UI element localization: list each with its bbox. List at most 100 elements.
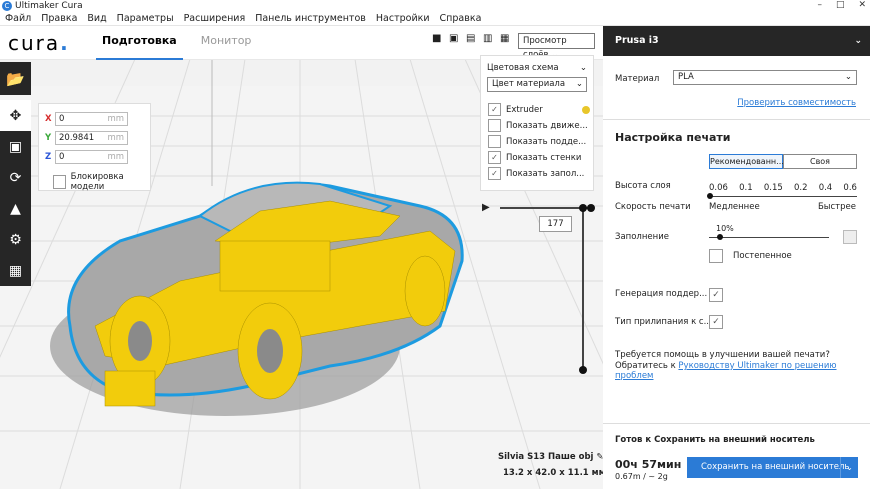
printer-selector[interactable]: Prusa i3 ⌄: [603, 26, 870, 56]
layer-slider-bottom-handle[interactable]: [579, 366, 587, 374]
gradual-infill-label: Постепенное: [733, 251, 792, 261]
cura-app-icon: C: [2, 1, 12, 11]
check-compatibility-link[interactable]: Проверить совместимость: [737, 98, 856, 108]
material-value: PLA: [678, 72, 694, 82]
y-input[interactable]: 20.9841 mm: [55, 131, 128, 145]
material-select[interactable]: PLA ⌄: [673, 70, 857, 85]
adhesion-checkbox[interactable]: ✓: [709, 315, 723, 329]
print-settings-title: Настройка печати: [615, 131, 731, 144]
menu-file[interactable]: Файл: [0, 13, 36, 24]
menu-help[interactable]: Справка: [435, 13, 487, 24]
infill-label: Заполнение: [615, 232, 669, 242]
x-value: 0: [59, 114, 65, 124]
chevron-down-icon: ⌄: [844, 72, 852, 82]
close-icon[interactable]: ✕: [858, 0, 866, 10]
support-checkbox[interactable]: ✓: [709, 288, 723, 302]
lock-model-checkbox[interactable]: [53, 175, 66, 189]
show-travel-checkbox[interactable]: [488, 119, 501, 132]
right-view-icon[interactable]: ▦: [500, 34, 510, 44]
move-icon[interactable]: ✥: [0, 100, 31, 131]
mirror-icon[interactable]: ▲: [0, 193, 31, 224]
layer-height-option[interactable]: 0.1: [739, 183, 753, 193]
layer-slider-track[interactable]: [582, 207, 584, 372]
show-support-checkbox[interactable]: [488, 135, 501, 148]
settings-sidebar: Prusa i3 ⌄ Материал PLA ⌄ Проверить совмес…: [603, 26, 870, 489]
window-title: Ultimaker Cura: [15, 1, 83, 11]
3d-view-icon[interactable]: ■: [432, 34, 442, 44]
menu-toolbox[interactable]: Панель инструментов: [250, 13, 371, 24]
x-label: X: [45, 114, 52, 124]
z-input[interactable]: 0 mm: [55, 150, 128, 164]
left-view-icon[interactable]: ▥: [483, 34, 493, 44]
x-unit: mm: [107, 114, 124, 124]
save-to-removable-button[interactable]: Сохранить на внешний носитель ⌄: [687, 457, 858, 478]
open-folder-icon[interactable]: 📂: [0, 62, 31, 95]
color-scheme-label: Цветовая схема: [487, 63, 559, 73]
logo-text: cura: [8, 30, 61, 55]
material-usage: 0.67m / ~ 2g: [615, 472, 668, 481]
menu-view[interactable]: Вид: [82, 13, 111, 24]
layer-height-option[interactable]: 0.15: [764, 183, 783, 193]
tab-monitor[interactable]: Монитор: [195, 26, 258, 60]
minimize-icon[interactable]: –: [817, 0, 822, 10]
collapse-icon[interactable]: ⌄: [580, 63, 587, 73]
menu-settings[interactable]: Параметры: [112, 13, 179, 24]
menu-edit[interactable]: Правка: [36, 13, 82, 24]
per-model-settings-icon[interactable]: ⚙: [0, 224, 31, 255]
recommended-mode-button[interactable]: Рекомендованн...: [709, 154, 784, 169]
layer-height-label: Высота слоя: [615, 181, 671, 191]
divider: [603, 119, 870, 120]
extruder-label: Extruder: [506, 104, 543, 115]
gradual-infill-checkbox[interactable]: [709, 249, 723, 263]
help-text-2: Обратитесь к Руководству Ultimaker по ре…: [615, 361, 870, 381]
rotate-icon[interactable]: ⟳: [0, 162, 31, 193]
support-blocker-icon[interactable]: ▦: [0, 255, 31, 286]
tab-prepare[interactable]: Подготовка: [96, 26, 183, 60]
ready-status: Готов к Сохранить на внешний носитель: [615, 435, 815, 445]
infill-handle[interactable]: [717, 234, 723, 240]
layer-top-handle[interactable]: [587, 204, 595, 212]
layer-height-option[interactable]: 0.6: [843, 183, 857, 193]
layer-height-option[interactable]: 0.06: [709, 183, 728, 193]
current-layer-input[interactable]: 177: [539, 216, 572, 232]
maximize-icon[interactable]: □: [836, 0, 845, 10]
show-infill-checkbox[interactable]: ✓: [488, 167, 501, 180]
chevron-down-icon[interactable]: ⌄: [840, 457, 858, 478]
menu-preferences[interactable]: Настройки: [371, 13, 435, 24]
chevron-down-icon: ⌄: [575, 79, 583, 89]
front-view-icon[interactable]: ▣: [449, 34, 459, 44]
cura-logo: cura.: [8, 31, 88, 55]
layer-slider-top-handle[interactable]: [579, 204, 587, 212]
color-scheme-select[interactable]: Цвет материала ⌄: [487, 77, 587, 92]
layer-view-panel: Цветовая схема ⌄ Цвет материала ⌄ ✓ Extrude…: [480, 55, 594, 191]
scale-icon[interactable]: ▣: [0, 131, 31, 162]
infill-value: 10%: [716, 224, 734, 233]
show-walls-checkbox[interactable]: ✓: [488, 151, 501, 164]
show-walls-label: Показать стенки: [506, 152, 582, 163]
extruder-color-swatch: [582, 105, 590, 114]
chevron-down-icon: ⌄: [854, 36, 862, 46]
y-value: 20.9841: [59, 133, 95, 143]
view-mode-select[interactable]: Просмотр слоёв ⌄: [518, 33, 595, 60]
y-label: Y: [45, 133, 52, 143]
custom-mode-button[interactable]: Своя: [783, 154, 857, 169]
z-label: Z: [45, 152, 52, 162]
speed-fast-label: Быстрее: [817, 202, 856, 212]
extruder-checkbox[interactable]: ✓: [488, 103, 501, 116]
play-icon[interactable]: ▶: [482, 202, 490, 213]
layer-height-handle[interactable]: [707, 193, 713, 199]
layer-height-slider[interactable]: [709, 196, 857, 197]
logo-dot: .: [60, 30, 70, 55]
save-button-label: Сохранить на внешний носитель: [701, 462, 850, 472]
help-text: Требуется помощь в улучшении вашей печат…: [615, 350, 830, 360]
z-value: 0: [59, 152, 65, 162]
lock-model-label: Блокировка модели: [70, 172, 124, 192]
x-input[interactable]: 0 mm: [55, 112, 128, 126]
help-prefix: Обратитесь к: [615, 361, 679, 371]
layer-height-option[interactable]: 0.2: [794, 183, 808, 193]
menu-extensions[interactable]: Расширения: [179, 13, 251, 24]
layer-height-option[interactable]: 0.4: [819, 183, 833, 193]
infill-slider[interactable]: [709, 237, 829, 238]
top-view-icon[interactable]: ▤: [466, 34, 476, 44]
model-dimensions: 13.2 x 42.0 x 11.1 мм: [503, 468, 606, 478]
